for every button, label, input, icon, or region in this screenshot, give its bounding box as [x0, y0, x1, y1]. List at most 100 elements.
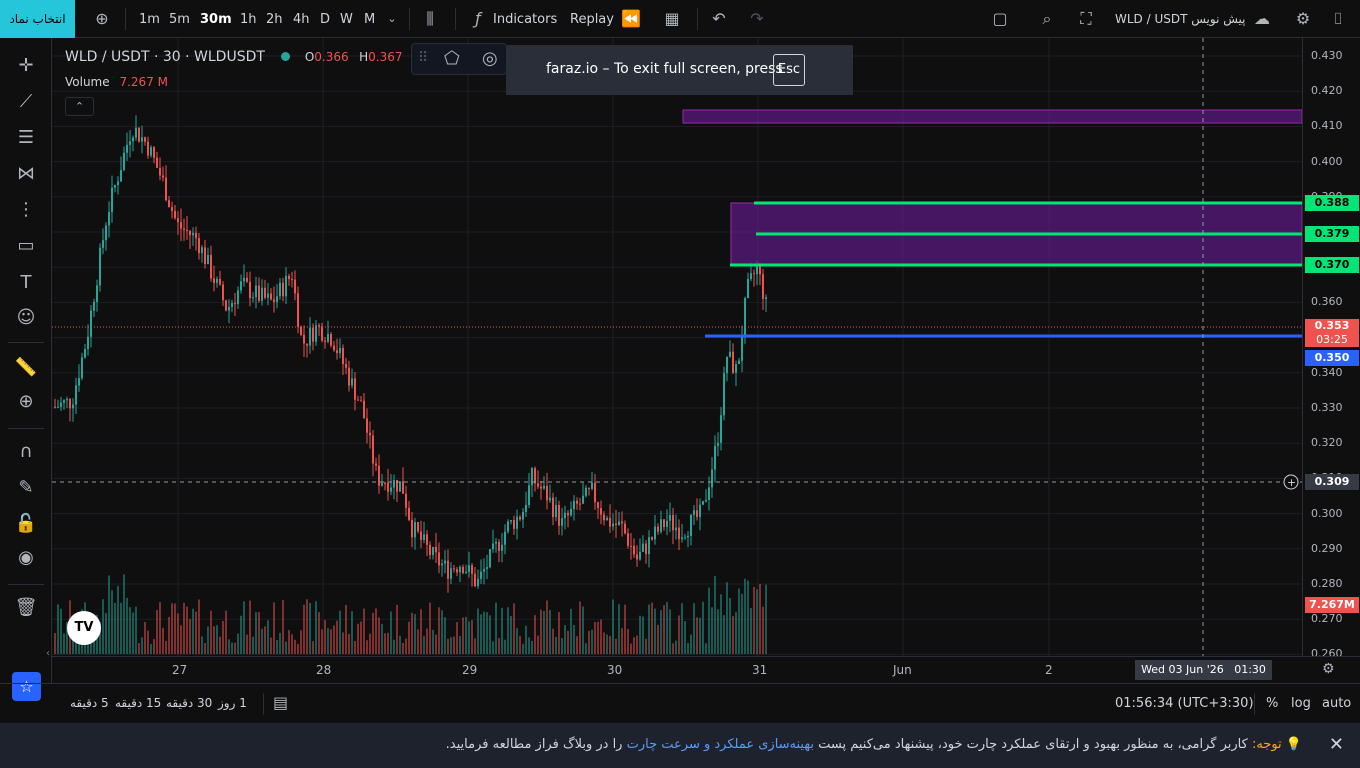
magnet-icon[interactable]: ∩ [12, 438, 40, 466]
text-icon[interactable]: T [12, 269, 40, 297]
percent-toggle[interactable]: % [1266, 696, 1278, 711]
candle-body [117, 181, 119, 186]
legend-high-value: 0.367 [368, 50, 403, 64]
candle-body [81, 357, 83, 379]
volume-bar [432, 629, 434, 654]
interval-2h[interactable]: 2h [266, 0, 283, 38]
interval-1m[interactable]: 1m [139, 0, 160, 38]
interval-m[interactable]: M [364, 0, 375, 38]
notice-content: 💡 توجه: کاربر گرامی، به منظور بهبود و ار… [446, 737, 1302, 752]
collapse-legend-icon[interactable]: ⌃ [65, 97, 94, 116]
layouts-icon[interactable]: ▦ [662, 9, 682, 29]
left-toolbar: ✛ ⟋ ☰ ⋈ ⋮ ▭ T ☺ 📏 ⊕ ∩ ✎ 🔓 ◉ 🗑 ‹ [0, 38, 52, 683]
supply-zone-top[interactable] [682, 109, 1302, 124]
replay-button[interactable]: Replay [570, 0, 614, 38]
range-5m[interactable]: 5 دقیقه [70, 696, 109, 710]
candle-body [231, 303, 233, 307]
volume-bar [555, 636, 557, 654]
volume-bar [348, 633, 350, 654]
trend-line-icon[interactable]: ⟋ [12, 88, 40, 116]
collapse-toolbar-icon[interactable]: ‹ [46, 648, 50, 659]
candle-body [531, 468, 533, 486]
candle-body [747, 279, 749, 299]
indicators-button[interactable]: Indicators [493, 0, 557, 38]
log-toggle[interactable]: log [1291, 696, 1311, 711]
clock[interactable]: 01:56:34 (UTC+3:30) [1115, 696, 1254, 711]
pick-symbol-button[interactable]: انتخاب نماد [0, 0, 75, 38]
legend-symbol[interactable]: WLD / USDT · 30 · WLDUSDT [65, 49, 265, 65]
volume-bar [486, 612, 488, 654]
close-icon[interactable]: ✕ [1329, 734, 1344, 755]
volume-bar [666, 601, 668, 654]
settings-icon[interactable]: ⚙ [1293, 9, 1313, 29]
interval-1h[interactable]: 1h [240, 0, 257, 38]
auto-toggle[interactable]: auto [1322, 696, 1351, 711]
candle-body [225, 300, 227, 311]
volume-bar [303, 604, 305, 654]
polygon-tool-icon[interactable]: ⬠ [444, 48, 460, 69]
drag-handle-icon[interactable]: ⠿ [418, 50, 428, 66]
fullscreen-icon[interactable]: ⛶ [1076, 9, 1096, 29]
candle-body [525, 504, 527, 512]
candle-body [234, 303, 236, 305]
chart-canvas[interactable]: + [52, 38, 1302, 656]
date-range-icon[interactable]: ▤ [273, 693, 288, 712]
tv-logo-icon[interactable]: TV [67, 611, 101, 645]
indicators-icon[interactable]: ƒ [468, 9, 488, 29]
axis-settings-icon[interactable]: ⚙ [1322, 661, 1335, 677]
add-symbol-icon[interactable]: ⊕ [92, 9, 112, 29]
volume-bar [246, 634, 248, 654]
shapes-icon[interactable]: ▭ [12, 232, 40, 260]
chevron-down-icon[interactable]: ⌄ [382, 9, 402, 29]
fullscreen-box-icon[interactable]: ▢ [990, 9, 1010, 29]
candle-body [336, 350, 338, 354]
emoji-icon[interactable]: ☺ [12, 304, 40, 332]
candle-body [552, 497, 554, 517]
eye-icon[interactable]: ◉ [12, 544, 40, 572]
volume-bar [207, 626, 209, 654]
circle-tool-icon[interactable]: ◎ [482, 48, 498, 69]
pattern-icon[interactable]: ⋈ [12, 160, 40, 188]
symbol-title[interactable]: WLD / USDT پیش نویس [1115, 0, 1246, 38]
volume-bar [438, 607, 440, 654]
candle-body [93, 302, 95, 311]
range-1d[interactable]: 1 روز [218, 696, 247, 710]
replay-icon[interactable]: ⏪ [621, 9, 641, 29]
interval-5m[interactable]: 5m [169, 0, 190, 38]
time-axis[interactable]: 27 28 29 30 31 Jun 2 Wed 03 Jun '26 01:3… [52, 656, 1360, 683]
draw-lock-icon[interactable]: ✎ [12, 474, 40, 502]
interval-4h[interactable]: 4h [293, 0, 310, 38]
range-30m[interactable]: 30 دقیقه [166, 696, 212, 710]
zoom-icon[interactable]: ⊕ [12, 388, 40, 416]
volume-bar [345, 605, 347, 654]
price-tag-350: 0.350 [1305, 350, 1359, 366]
fib-icon[interactable]: ☰ [12, 124, 40, 152]
redo-icon[interactable]: ↷ [747, 9, 767, 29]
projection-icon[interactable]: ⋮ [12, 196, 40, 224]
interval-d[interactable]: D [320, 0, 330, 38]
cloud-save-icon[interactable]: ☁ [1252, 9, 1272, 29]
volume-bar [660, 610, 662, 654]
candle-body [390, 487, 392, 492]
notice-link[interactable]: بهینه‌سازی عملکرد و سرعت چارت [627, 737, 814, 752]
volume-bar [252, 636, 254, 654]
crosshair-icon[interactable]: ✛ [12, 52, 40, 80]
volume-bar [114, 602, 116, 654]
candle-body [180, 222, 182, 229]
camera-icon[interactable]: ⌷ [1328, 9, 1348, 29]
volume-bar [291, 634, 293, 654]
candle-body [114, 185, 116, 188]
undo-icon[interactable]: ↶ [709, 9, 729, 29]
candles-icon[interactable]: ⫼ [420, 9, 440, 29]
range-15m[interactable]: 15 دقیقه [115, 696, 161, 710]
quick-search-icon[interactable]: ⌕ [1037, 9, 1057, 29]
price-axis[interactable]: 0.4300.4200.4100.4000.3900.3800.3700.360… [1302, 38, 1360, 660]
trash-icon[interactable]: 🗑 [12, 594, 40, 622]
volume-bar [732, 616, 734, 654]
lock-icon[interactable]: 🔓 [12, 510, 40, 538]
interval-30m[interactable]: 30m [200, 0, 232, 38]
chart-pane[interactable]: + [52, 38, 1302, 656]
ruler-icon[interactable]: 📏 [12, 354, 40, 382]
interval-w[interactable]: W [340, 0, 353, 38]
volume-bar [423, 636, 425, 654]
